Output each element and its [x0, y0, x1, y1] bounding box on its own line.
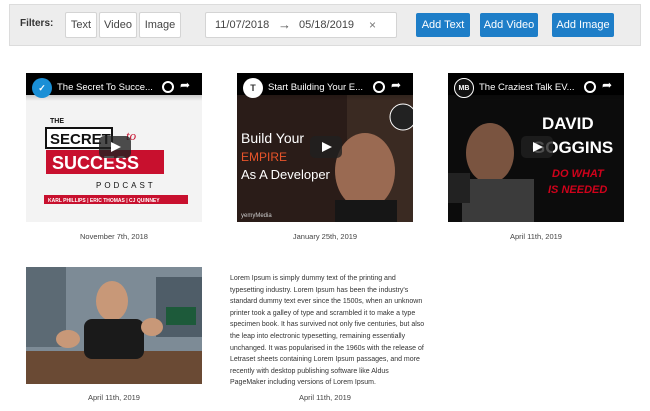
share-icon[interactable]: ➦ — [391, 78, 401, 92]
art-the: THE — [50, 118, 64, 125]
art-footer: yemyMedia — [241, 213, 272, 219]
video-title[interactable]: The Secret To Succe... — [57, 82, 157, 93]
video-title[interactable]: Start Building Your E... — [268, 82, 368, 93]
video-embed-david-goggins[interactable]: DAVID GOGGINS DO WHAT IS NEEDED MB The C… — [448, 73, 624, 222]
watch-later-icon[interactable] — [162, 81, 174, 93]
date-range-picker[interactable]: 11/07/2018 → 05/18/2019 × — [205, 12, 397, 38]
video-date: November 7th, 2018 — [80, 232, 148, 241]
video-date: January 25th, 2019 — [292, 232, 358, 241]
video-embed-start-building-empire[interactable]: Build Your EMPIRE As A Developer yemyMed… — [237, 73, 413, 222]
video-title[interactable]: The Craziest Talk EV... — [479, 82, 579, 93]
play-button[interactable] — [521, 136, 553, 158]
filter-chip-image[interactable]: Image — [139, 12, 181, 38]
art-hosts: KARL PHILLIPS | ERIC THOMAS | CJ QUINNEY — [48, 198, 160, 204]
filters-label: Filters: — [20, 18, 54, 29]
add-video-button[interactable]: Add Video — [480, 13, 538, 37]
t-logo-icon[interactable]: T — [243, 78, 263, 98]
photo-man-gesturing — [26, 267, 202, 384]
clear-date-icon[interactable]: × — [369, 18, 376, 32]
date-from-input[interactable]: 11/07/2018 — [215, 19, 269, 31]
art-line1: DAVID — [542, 114, 594, 133]
text-item-body: Lorem Ipsum is simply dummy text of the … — [230, 275, 425, 387]
filter-bar: Filters: Text Video Image 11/07/2018 → 0… — [9, 4, 641, 46]
date-to-input[interactable]: 05/18/2019 — [299, 19, 354, 31]
art-line3: DO WHAT — [552, 168, 605, 180]
image-date: April 11th, 2019 — [88, 393, 140, 402]
text-date: April 11th, 2019 — [299, 393, 351, 402]
video-embed-secret-to-success[interactable]: THE SECRET to SUCCESS PODCAST KARL PHILL… — [26, 73, 202, 222]
art-line2: EMPIRE — [241, 150, 287, 164]
art-line3: As A Developer — [241, 167, 331, 182]
video-date: April 11th, 2019 — [510, 232, 562, 241]
add-text-button[interactable]: Add Text — [416, 13, 470, 37]
filter-chip-video[interactable]: Video — [99, 12, 137, 38]
image-item[interactable] — [26, 267, 202, 384]
bird-logo-icon[interactable]: ✓ — [32, 78, 52, 98]
video-thumbnail: Build Your EMPIRE As A Developer yemyMed… — [237, 95, 413, 222]
video-thumbnail: THE SECRET to SUCCESS PODCAST KARL PHILL… — [26, 95, 202, 222]
art-podcast: PODCAST — [96, 181, 156, 190]
mb-logo-icon[interactable]: MB — [454, 78, 474, 98]
video-thumbnail: DAVID GOGGINS DO WHAT IS NEEDED — [448, 95, 624, 222]
watch-later-icon[interactable] — [373, 81, 385, 93]
add-image-button[interactable]: Add Image — [552, 13, 614, 37]
share-icon[interactable]: ➦ — [602, 78, 612, 92]
watch-later-icon[interactable] — [584, 81, 596, 93]
art-line1: Build Your — [241, 130, 304, 146]
filter-chip-text[interactable]: Text — [65, 12, 97, 38]
play-button[interactable] — [310, 136, 342, 158]
share-icon[interactable]: ➦ — [180, 78, 190, 92]
play-button[interactable] — [99, 136, 131, 158]
arrow-right-icon: → — [278, 17, 291, 32]
art-line4: IS NEEDED — [548, 184, 607, 196]
